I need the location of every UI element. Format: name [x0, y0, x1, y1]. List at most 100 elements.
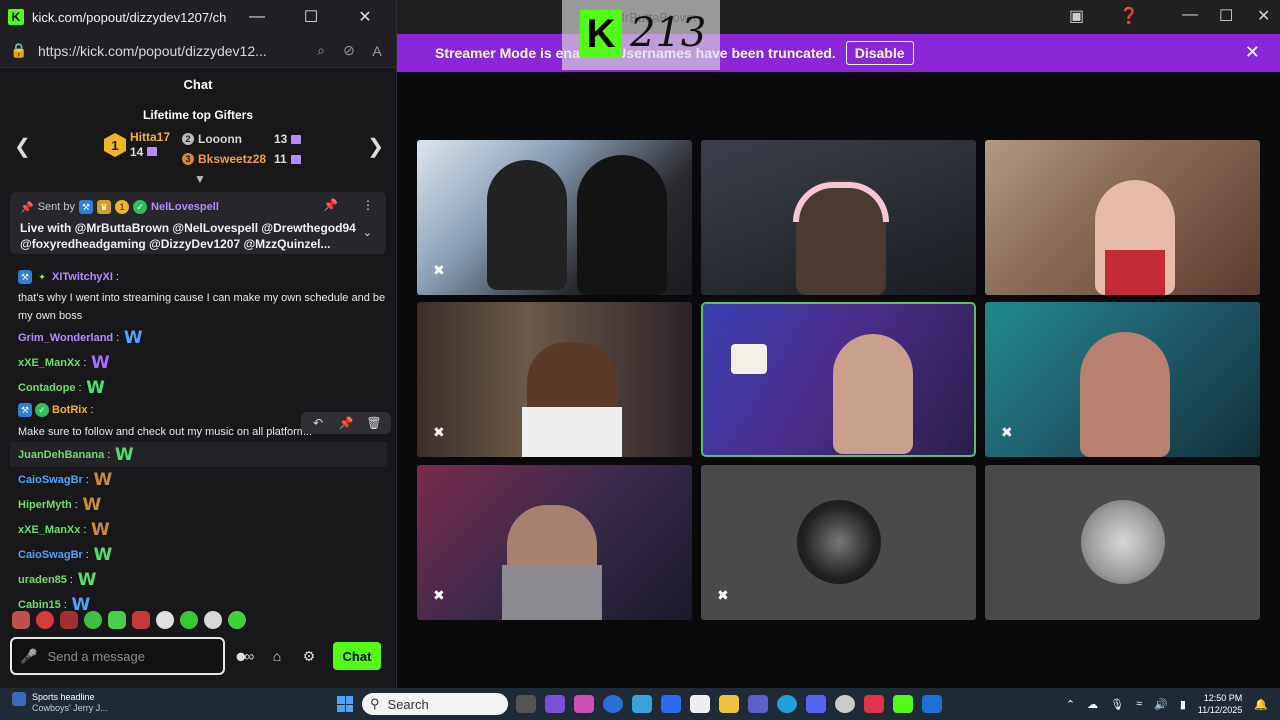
emote-red-mask-icon[interactable] [132, 611, 150, 629]
copilot-icon[interactable] [545, 695, 565, 713]
chat-message-hovered[interactable]: JuanDehBanana: W [10, 442, 387, 467]
store-icon[interactable]: ⌂ [265, 648, 289, 664]
site-info-icon[interactable]: 🔒 [10, 42, 28, 59]
show-hidden-icons-icon[interactable]: ⌃ [1066, 698, 1075, 711]
emote-green-blob-icon[interactable] [180, 611, 198, 629]
emote-green-face-icon[interactable] [84, 611, 102, 629]
video-tile-camera-off[interactable]: ✖ [701, 465, 976, 620]
emote-mushroom-icon[interactable] [36, 611, 54, 629]
onedrive-icon[interactable]: ☁ [1087, 698, 1098, 711]
gifter-third[interactable]: 3 Bksweetz28 11 [182, 152, 301, 166]
emote-face-icon[interactable] [12, 611, 30, 629]
pin-message-icon[interactable]: 📌 [335, 416, 357, 430]
close-window-button[interactable]: ✕ [342, 0, 388, 34]
video-tile[interactable]: ✖ [417, 302, 692, 457]
video-tile[interactable] [701, 140, 976, 295]
maps-icon[interactable] [864, 695, 884, 713]
chat-message[interactable]: CaioSwagBr: W [18, 467, 387, 492]
settings-gear-icon[interactable]: ⚙ [297, 648, 321, 665]
kicks-icon[interactable]: ●∞ [233, 648, 257, 664]
minimize-button[interactable]: — [234, 0, 280, 34]
app-icon[interactable] [574, 695, 594, 713]
gifters-next-icon[interactable]: ❯ [367, 134, 384, 159]
video-tile[interactable]: ✖ [417, 465, 692, 620]
notifications-icon[interactable]: 🔔 [1254, 698, 1268, 711]
emote-devil-icon[interactable] [60, 611, 78, 629]
emote-green-cup-icon[interactable] [108, 611, 126, 629]
maximize-button[interactable]: ☐ [288, 0, 334, 34]
video-tile[interactable]: ✖ [417, 140, 692, 295]
video-tile[interactable]: ✖ [985, 302, 1260, 457]
url-text[interactable]: https://kick.com/popout/dizzydev12... [38, 43, 302, 59]
news-widget[interactable]: Sports headline Cowboys' Jerry J... [12, 692, 108, 714]
chat-message[interactable]: xXE_ManXx: W [18, 517, 387, 542]
chat-username[interactable]: BotRix [52, 401, 87, 419]
video-tile-camera-off[interactable] [985, 465, 1260, 620]
video-tile[interactable] [985, 140, 1260, 295]
chat-message[interactable]: uraden85: W [18, 567, 387, 592]
start-button[interactable] [337, 696, 353, 712]
emote-frog-icon[interactable] [228, 611, 246, 629]
gifter-first[interactable]: 1 Hitta17 14 [104, 130, 170, 160]
maximize-icon[interactable]: ☐ [1219, 6, 1233, 26]
chat-message[interactable]: xXE_ManXx: W [18, 350, 387, 375]
help-icon[interactable]: ❓ [1119, 6, 1139, 26]
delete-icon[interactable]: 🗑 [363, 416, 385, 430]
microphone-tray-icon[interactable]: 🎙 [1110, 698, 1124, 711]
volume-icon[interactable]: 🔊 [1154, 698, 1168, 711]
chat-username[interactable]: JuanDehBanana [18, 446, 104, 464]
close-icon[interactable]: ✕ [1257, 6, 1270, 26]
minimize-icon[interactable]: — [1182, 6, 1198, 24]
app-icon[interactable] [922, 695, 942, 713]
video-tile-active-speaker[interactable] [701, 302, 976, 457]
unpin-icon[interactable]: 📌 [323, 198, 338, 212]
chat-message[interactable]: Contadope: W [18, 375, 387, 400]
chat-message[interactable]: Grim_Wonderland: W [18, 325, 387, 350]
chat-username[interactable]: uraden85 [18, 571, 67, 589]
send-chat-button[interactable]: Chat [333, 642, 381, 670]
more-options-icon[interactable]: ⋮ [362, 198, 374, 212]
disable-streamer-mode-button[interactable]: Disable [845, 41, 914, 65]
emote-skull-icon[interactable] [156, 611, 174, 629]
chat-username[interactable]: xXE_ManXx [18, 521, 80, 539]
gifters-prev-icon[interactable]: ❮ [14, 134, 31, 159]
store-app-icon[interactable] [690, 695, 710, 713]
teams-icon[interactable] [748, 695, 768, 713]
kick-app-icon[interactable] [893, 695, 913, 713]
microphone-icon[interactable]: 🎤 [20, 648, 37, 665]
gifter-second[interactable]: 2 Looonn 13 [182, 132, 302, 146]
expand-pinned-icon[interactable]: ⌄ [363, 226, 372, 239]
emote-ghost-icon[interactable] [204, 611, 222, 629]
screen-record-icon[interactable]: ▣ [1069, 6, 1084, 26]
chat-username[interactable]: CaioSwagBr [18, 471, 83, 489]
hp-icon[interactable] [603, 695, 623, 713]
task-view-icon[interactable] [516, 695, 536, 713]
zoom-icon[interactable]: ⌕ [312, 42, 330, 59]
close-banner-icon[interactable]: ✕ [1245, 42, 1260, 63]
reply-icon[interactable]: ↶ [307, 416, 329, 430]
zoom-app-icon[interactable] [661, 695, 681, 713]
pinned-by-user[interactable]: NelLovespell [151, 201, 219, 213]
edge-icon[interactable] [632, 695, 652, 713]
settings-app-icon[interactable] [835, 695, 855, 713]
browser-icon[interactable] [777, 695, 797, 713]
battery-icon[interactable]: ▮ [1180, 698, 1186, 711]
collapse-gifters-icon[interactable]: ▼ [194, 172, 206, 186]
file-explorer-icon[interactable] [719, 695, 739, 713]
chat-username[interactable]: XITwitchyXI [52, 268, 113, 286]
chat-message[interactable]: HiperMyth: W [18, 492, 387, 517]
wifi-icon[interactable]: ≈ [1136, 698, 1142, 710]
chat-username[interactable]: xXE_ManXx [18, 354, 80, 372]
chat-username[interactable]: Contadope [18, 379, 75, 397]
tracking-prevention-icon[interactable]: ⊘ [340, 42, 358, 59]
chat-username[interactable]: CaioSwagBr [18, 546, 83, 564]
chat-username[interactable]: HiperMyth [18, 496, 72, 514]
message-input[interactable] [47, 648, 224, 664]
chat-username[interactable]: Grim_Wonderland [18, 329, 113, 347]
clock[interactable]: 12:50 PM 11/12/2025 [1198, 692, 1242, 716]
chat-message[interactable]: ⚒ ✦ XITwitchyXI: that's why I went into … [18, 268, 387, 325]
chat-message[interactable]: CaioSwagBr: W [18, 542, 387, 567]
taskbar-search[interactable]: ⚲ Search [362, 693, 508, 715]
discord-icon[interactable] [806, 695, 826, 713]
read-aloud-icon[interactable]: A [368, 43, 386, 59]
